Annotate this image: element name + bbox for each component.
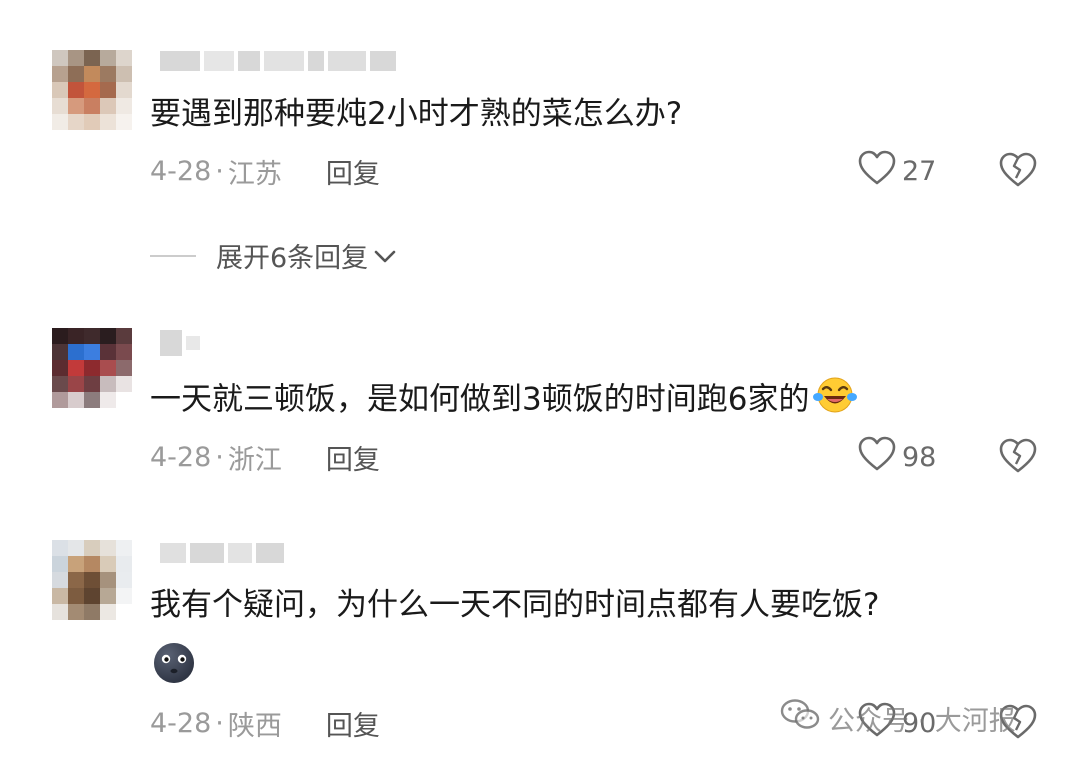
like-count: 98 (902, 442, 937, 473)
broken-heart-icon (998, 438, 1038, 478)
broken-heart-icon (998, 152, 1038, 192)
comment-location: 浙江 (227, 445, 282, 476)
dislike-button[interactable] (998, 152, 1038, 192)
username-blurred[interactable] (160, 540, 284, 566)
dark-moon-emoji (150, 640, 198, 690)
reply-button[interactable]: 回复 (326, 152, 380, 191)
expand-replies-label: 展开6条回复 (216, 243, 369, 274)
watermark: 公众号 · 大河报 (780, 698, 1016, 739)
comment-meta: 4-28 · 江苏 回复 (150, 152, 380, 191)
avatar[interactable] (52, 540, 132, 620)
comment-location: 江苏 (227, 159, 282, 190)
username-blurred[interactable] (160, 330, 200, 356)
comment-meta: 4-28 · 浙江 回复 (150, 438, 380, 477)
comment-meta: 4-28 · 陕西 回复 (150, 704, 380, 743)
comment-text: 我有个疑问，为什么一天不同的时间点都有人要吃饭? (150, 587, 880, 623)
comment-text: 一天就三顿饭，是如何做到3顿饭的时间跑6家的 (150, 375, 1040, 427)
chevron-down-icon (374, 240, 396, 271)
comment-date: 4-28 (150, 156, 212, 187)
username-blurred[interactable] (160, 48, 396, 74)
reply-button[interactable]: 回复 (326, 704, 380, 743)
meta-separator: · (215, 156, 224, 187)
comment-text-content: 一天就三顿饭，是如何做到3顿饭的时间跑6家的 (150, 381, 810, 418)
watermark-text: 公众号 · 大河报 (828, 706, 1016, 737)
meta-separator: · (215, 442, 224, 473)
expand-replies-button[interactable]: 展开6条回复 (150, 236, 396, 275)
comment-date: 4-28 (150, 442, 212, 473)
heart-outline-icon (858, 150, 896, 193)
laughing-crying-emoji (813, 375, 858, 427)
like-count: 27 (902, 156, 937, 187)
avatar[interactable] (52, 328, 132, 408)
dislike-button[interactable] (998, 438, 1038, 478)
meta-separator: · (215, 708, 224, 739)
like-button[interactable]: 27 (858, 150, 936, 193)
like-button[interactable]: 98 (858, 436, 936, 479)
avatar[interactable] (52, 50, 132, 130)
comment-location: 陕西 (227, 711, 282, 742)
heart-outline-icon (858, 436, 896, 479)
divider-line (150, 254, 196, 257)
comment-text: 要遇到那种要炖2小时才熟的菜怎么办? (150, 96, 683, 132)
comment-date: 4-28 (150, 708, 212, 739)
wechat-icon (780, 698, 820, 739)
reply-button[interactable]: 回复 (326, 438, 380, 477)
